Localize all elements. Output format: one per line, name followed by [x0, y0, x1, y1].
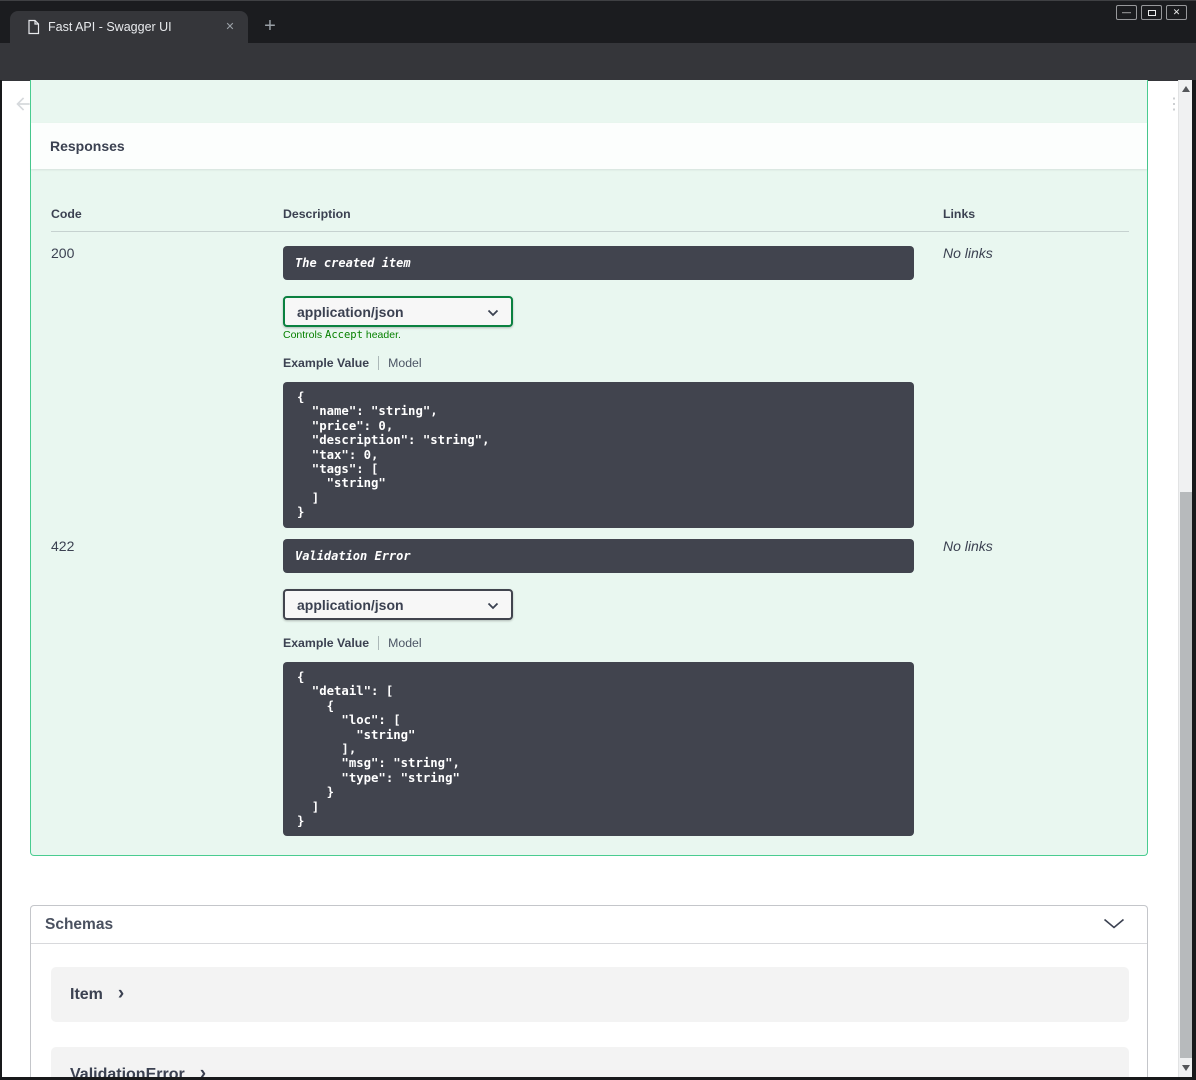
- minimize-icon: —: [1122, 7, 1131, 17]
- column-header-code: Code: [51, 207, 82, 221]
- scroll-up-icon[interactable]: [1182, 86, 1190, 92]
- schema-item-row[interactable]: Item ›: [51, 967, 1129, 1022]
- column-header-links: Links: [943, 207, 976, 221]
- response-422-links: No links: [943, 538, 993, 554]
- tab-model[interactable]: Model: [388, 356, 422, 370]
- example-json-422: { "detail": [ { "loc": [ "string" ], "ms…: [283, 662, 914, 836]
- responses-title: Responses: [50, 138, 125, 154]
- example-json-200: { "name": "string", "price": 0, "descrip…: [283, 382, 914, 528]
- schemas-title: Schemas: [45, 915, 114, 933]
- chevron-down-icon[interactable]: [1103, 916, 1125, 934]
- accept-header-note: Controls Accept header.: [283, 329, 401, 341]
- opblock-post-responses: Responses Code Description Links 200 The…: [30, 80, 1148, 856]
- schema-name: Item: [70, 985, 103, 1003]
- tab-divider: [378, 356, 380, 370]
- media-type-select-422[interactable]: application/json: [283, 589, 513, 620]
- schema-validationerror-row[interactable]: ValidationError ›: [51, 1047, 1129, 1080]
- tab-divider: [378, 636, 380, 650]
- window-maximize-button[interactable]: [1141, 5, 1162, 20]
- accept-note-prefix: Controls: [283, 329, 326, 341]
- response-200-description: The created item: [283, 246, 914, 280]
- scrollbar-thumb[interactable]: [1180, 492, 1192, 1058]
- media-type-select-200[interactable]: application/json: [283, 296, 513, 327]
- response-code-200: 200: [51, 245, 75, 261]
- scroll-down-icon[interactable]: [1182, 1065, 1190, 1071]
- response-200-links: No links: [943, 245, 993, 261]
- chevron-down-icon: [487, 304, 499, 320]
- browser-tab[interactable]: Fast API - Swagger UI ✕: [10, 11, 248, 43]
- tab-model[interactable]: Model: [388, 636, 422, 650]
- example-json-200-code: { "name": "string", "price": 0, "descrip…: [297, 390, 490, 520]
- maximize-icon: [1147, 9, 1156, 16]
- tab-example-value[interactable]: Example Value: [283, 636, 369, 650]
- new-tab-button[interactable]: +: [258, 14, 282, 38]
- response-code-422: 422: [51, 538, 75, 554]
- responses-section-header: Responses: [31, 123, 1147, 169]
- chevron-down-icon: [487, 597, 499, 613]
- example-model-tabs-422: Example Value Model: [283, 636, 422, 650]
- browser-toolbar: i 127.0.0.1:8000/docs ☆ ⋮: [0, 43, 1196, 118]
- page-scrollbar[interactable]: [1178, 80, 1192, 1080]
- example-model-tabs-200: Example Value Model: [283, 356, 422, 370]
- close-icon: ✕: [1172, 7, 1181, 17]
- accept-note-code: Accept: [325, 329, 363, 341]
- page-favicon-icon: [26, 19, 41, 40]
- window-minimize-button[interactable]: —: [1116, 5, 1137, 20]
- accept-note-suffix: header.: [362, 329, 401, 341]
- browser-chrome: Fast API - Swagger UI ✕ + — ✕ i 127.0.0.…: [0, 0, 1196, 118]
- schemas-section: Schemas Item › ValidationError ›: [30, 905, 1148, 1080]
- browser-window: Fast API - Swagger UI ✕ + — ✕ i 127.0.0.…: [0, 0, 1196, 1080]
- example-json-422-code: { "detail": [ { "loc": [ "string" ], "ms…: [297, 670, 460, 829]
- chevron-right-icon: ›: [117, 982, 125, 1004]
- table-header-divider: [51, 231, 1129, 232]
- tab-title: Fast API - Swagger UI: [48, 20, 172, 34]
- response-422-description: Validation Error: [283, 539, 914, 573]
- window-border-left: [0, 80, 2, 1080]
- media-type-value: application/json: [297, 303, 404, 320]
- window-close-button[interactable]: ✕: [1166, 5, 1187, 20]
- tab-close-icon[interactable]: ✕: [222, 19, 238, 35]
- schemas-header[interactable]: Schemas: [31, 906, 1147, 944]
- window-border-right: [1192, 80, 1196, 1080]
- media-type-value: application/json: [297, 596, 404, 613]
- tab-example-value[interactable]: Example Value: [283, 356, 369, 370]
- column-header-description: Description: [283, 207, 351, 221]
